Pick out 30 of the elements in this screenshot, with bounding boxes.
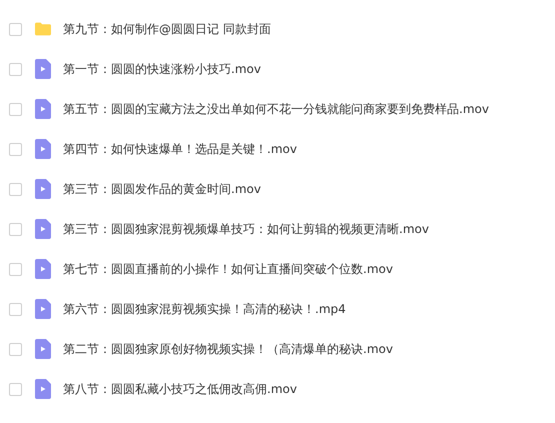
video-file-icon	[35, 379, 51, 399]
file-name[interactable]: 第二节：圆圆独家原创好物视频实操！（高清爆单的秘诀.mov	[63, 340, 393, 358]
checkbox[interactable]	[9, 22, 22, 36]
checkbox[interactable]	[9, 342, 22, 356]
file-name[interactable]: 第六节：圆圆独家混剪视频实操！高清的秘诀！.mp4	[63, 300, 346, 318]
checkbox[interactable]	[9, 182, 22, 196]
checkbox[interactable]	[9, 142, 22, 156]
file-name[interactable]: 第八节：圆圆私藏小技巧之低佣改高佣.mov	[63, 380, 297, 398]
file-name[interactable]: 第三节：圆圆独家混剪视频爆单技巧：如何让剪辑的视频更清晰.mov	[63, 220, 429, 238]
video-file-icon	[35, 139, 51, 159]
video-file-icon	[35, 179, 51, 199]
video-file-icon	[35, 219, 51, 239]
file-name[interactable]: 第九节：如何制作@圆圆日记 同款封面	[63, 20, 271, 38]
checkbox[interactable]	[9, 102, 22, 116]
checkbox[interactable]	[9, 262, 22, 276]
file-name[interactable]: 第一节：圆圆的快速涨粉小技巧.mov	[63, 60, 261, 78]
video-file-icon	[35, 259, 51, 279]
file-name[interactable]: 第四节：如何快速爆单！选品是关键！.mov	[63, 140, 297, 158]
file-name[interactable]: 第七节：圆圆直播前的小操作！如何让直播间突破个位数.mov	[63, 260, 393, 278]
checkbox[interactable]	[9, 382, 22, 396]
video-file-icon	[35, 59, 51, 79]
video-file-icon	[35, 99, 51, 119]
file-name[interactable]: 第五节：圆圆的宝藏方法之没出单如何不花一分钱就能问商家要到免费样品.mov	[63, 100, 489, 118]
video-file-icon	[35, 339, 51, 359]
checkbox[interactable]	[9, 302, 22, 316]
file-name[interactable]: 第三节：圆圆发作品的黄金时间.mov	[63, 180, 261, 198]
checkbox[interactable]	[9, 62, 22, 76]
checkbox[interactable]	[9, 222, 22, 236]
video-file-icon	[35, 299, 51, 319]
folder-icon	[35, 21, 51, 37]
